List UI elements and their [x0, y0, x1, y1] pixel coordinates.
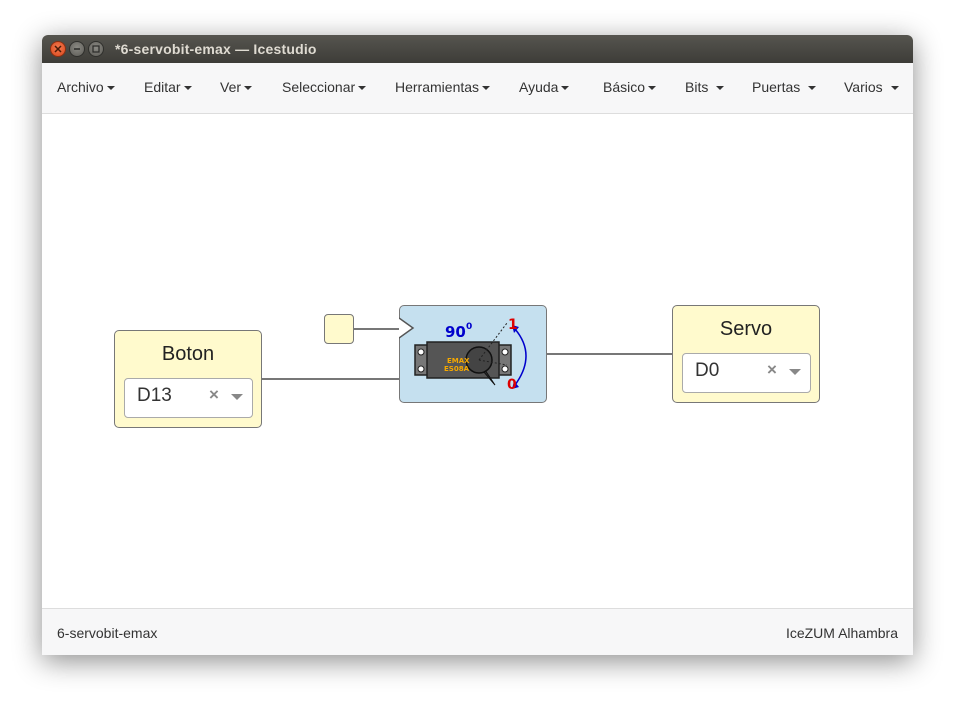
menu-puertas[interactable]: Puertas	[752, 79, 817, 95]
caret-down-icon	[716, 86, 725, 91]
menu-bits[interactable]: Bits	[685, 79, 725, 95]
menu-label: Archivo	[57, 79, 104, 95]
menu-seleccionar[interactable]: Seleccionar	[282, 79, 367, 95]
wire-boton-to-servo[interactable]	[262, 378, 399, 380]
close-icon	[54, 45, 62, 53]
servo-brand-line2: ES08A	[444, 365, 470, 373]
menu-bar: Archivo Editar Ver Seleccionar Herramien…	[42, 63, 913, 114]
menu-editar[interactable]: Editar	[144, 79, 192, 95]
clear-icon[interactable]: ×	[767, 360, 777, 380]
menu-label: Herramientas	[395, 79, 480, 95]
minimize-icon	[74, 48, 80, 50]
menu-herramientas[interactable]: Herramientas	[395, 79, 491, 95]
window-title: *6-servobit-emax — Icestudio	[115, 41, 317, 57]
constant-input-block[interactable]	[324, 314, 354, 344]
pin-select-boton[interactable]: D13 ×	[124, 378, 253, 418]
status-board-name[interactable]: IceZUM Alhambra	[786, 625, 898, 641]
maximize-icon	[92, 45, 100, 53]
pin-select-servo[interactable]: D0 ×	[682, 353, 811, 393]
menu-varios[interactable]: Varios	[844, 79, 899, 95]
status-bar: 6-servobit-emax IceZUM Alhambra	[42, 608, 913, 655]
caret-down-icon	[358, 86, 367, 91]
caret-down-icon	[183, 86, 192, 91]
servo-emax-icon: EMAX ES08A 90 0 1 0	[399, 317, 527, 393]
menu-label: Básico	[603, 79, 646, 95]
servo-low-label: 0	[507, 377, 517, 393]
block-title: Boton	[161, 343, 215, 365]
menu-ver[interactable]: Ver	[220, 79, 253, 95]
dropdown-arrow-icon[interactable]	[789, 369, 801, 375]
caret-down-icon	[808, 86, 817, 91]
window-close-button[interactable]	[50, 41, 66, 57]
caret-down-icon	[648, 86, 657, 91]
menu-label: Varios	[844, 79, 883, 95]
status-project-name: 6-servobit-emax	[57, 625, 158, 641]
servo-emax-block[interactable]: EMAX ES08A 90 0 1 0	[399, 305, 547, 403]
pin-value: D0	[695, 360, 720, 381]
menu-label: Ayuda	[519, 79, 559, 95]
menu-archivo[interactable]: Archivo	[57, 79, 115, 95]
menu-label: Seleccionar	[282, 79, 356, 95]
caret-down-icon	[106, 86, 115, 91]
window-maximize-button[interactable]	[88, 41, 104, 57]
app-window: *6-servobit-emax — Icestudio Archivo Edi…	[42, 35, 913, 655]
servo-brand-line1: EMAX	[447, 357, 470, 365]
design-canvas[interactable]: Boton D13 × EMAX ES08A 90 0 1 0 Servo D0…	[42, 114, 913, 608]
menu-label: Puertas	[752, 79, 801, 95]
dropdown-arrow-icon[interactable]	[231, 394, 243, 400]
servo-angle-unit: 0	[466, 322, 472, 332]
pin-value: D13	[137, 385, 172, 406]
menu-label: Bits	[685, 79, 709, 95]
caret-down-icon	[561, 86, 570, 91]
menu-label: Ver	[220, 79, 242, 95]
caret-down-icon	[890, 86, 899, 91]
clear-icon[interactable]: ×	[209, 385, 219, 405]
input-block-boton[interactable]: Boton D13 ×	[114, 330, 262, 428]
servo-angle-label: 90	[445, 323, 466, 341]
menu-basico[interactable]: Básico	[603, 79, 657, 95]
wire-servo-to-output[interactable]	[547, 353, 672, 355]
title-bar: *6-servobit-emax — Icestudio	[42, 35, 913, 63]
menu-label: Editar	[144, 79, 181, 95]
servo-high-label: 1	[508, 317, 518, 333]
output-block-servo[interactable]: Servo D0 ×	[672, 305, 820, 403]
window-minimize-button[interactable]	[69, 41, 85, 57]
block-title: Servo	[719, 318, 773, 340]
wire-const-to-servo[interactable]	[354, 328, 399, 330]
caret-down-icon	[244, 86, 253, 91]
menu-ayuda[interactable]: Ayuda	[519, 79, 570, 95]
caret-down-icon	[482, 86, 491, 91]
